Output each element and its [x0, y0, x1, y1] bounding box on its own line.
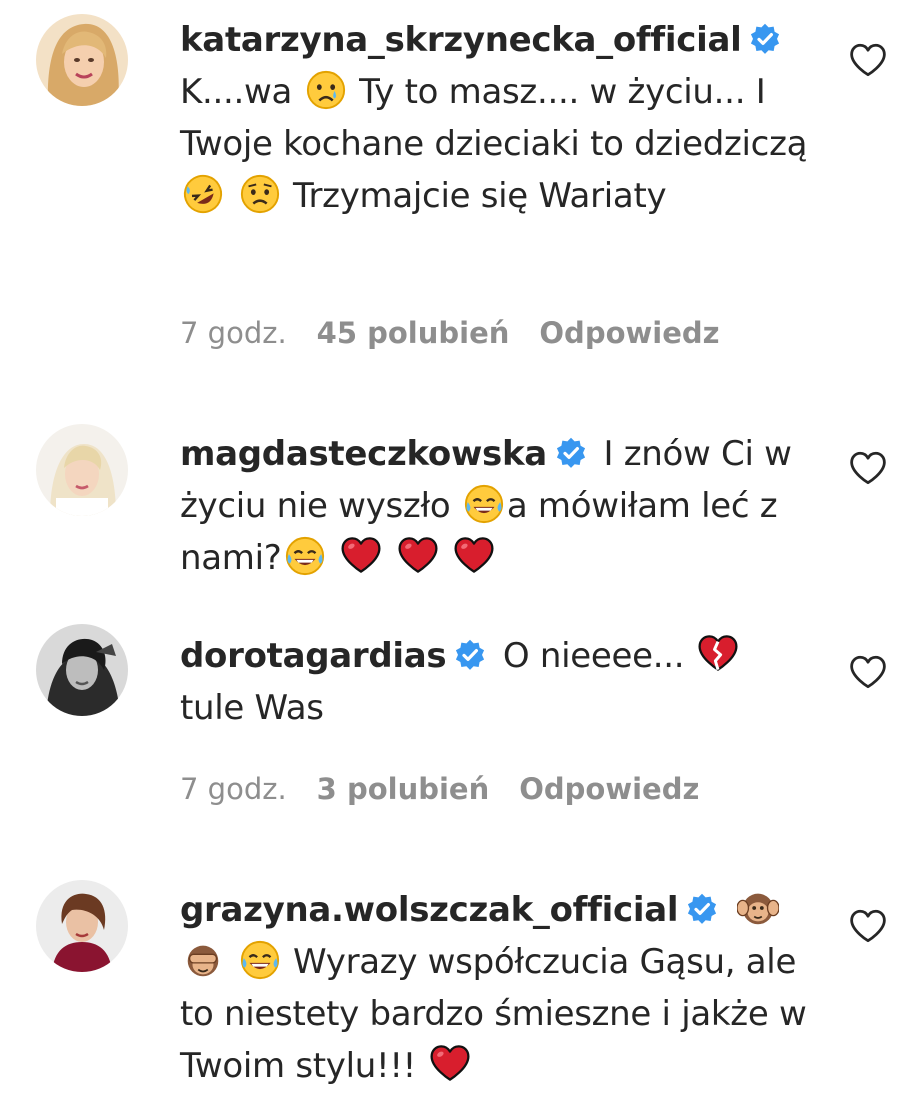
- comment-time: 7 godz.: [180, 772, 287, 806]
- heart-outline-icon[interactable]: [848, 42, 888, 78]
- avatar[interactable]: [36, 424, 128, 516]
- worried-face-emoji: [239, 173, 281, 215]
- comment-body: grazyna.wolszczak_official Wyrazy współc…: [180, 884, 820, 1092]
- tears-of-joy-emoji: [239, 939, 281, 981]
- red-heart-emoji: [397, 535, 439, 577]
- comment-body: dorotagardias O nieeee... tule Was: [180, 630, 820, 734]
- red-heart-emoji: [429, 1043, 471, 1085]
- verified-badge-icon: [686, 893, 718, 925]
- red-heart-emoji: [340, 535, 382, 577]
- comment-username[interactable]: grazyna.wolszczak_official: [180, 890, 679, 930]
- rofl-emoji: [182, 173, 224, 215]
- avatar[interactable]: [36, 14, 128, 106]
- heart-outline-icon[interactable]: [848, 654, 888, 690]
- tears-of-joy-emoji: [284, 535, 326, 577]
- verified-badge-icon: [555, 437, 587, 469]
- comment-meta: 7 godz. 45 polubień Odpowiedz: [180, 316, 750, 350]
- comment-username[interactable]: dorotagardias: [180, 636, 447, 676]
- comment-text: Trzymajcie się Wariaty: [293, 176, 667, 216]
- verified-badge-icon: [454, 639, 486, 671]
- comment-text: O nieeee...: [502, 636, 685, 676]
- comments-list: katarzyna_skrzynecka_official K....wa Ty…: [0, 0, 900, 1117]
- comment-body: katarzyna_skrzynecka_official K....wa Ty…: [180, 14, 820, 222]
- hear-no-evil-monkey-emoji: [736, 887, 779, 929]
- reply-button[interactable]: Odpowiedz: [519, 772, 699, 806]
- likes-count[interactable]: 3 polubień: [317, 772, 490, 806]
- comment-username[interactable]: katarzyna_skrzynecka_official: [180, 20, 742, 60]
- avatar[interactable]: [36, 624, 128, 716]
- heart-outline-icon[interactable]: [848, 908, 888, 944]
- tears-of-joy-emoji: [463, 483, 505, 525]
- broken-heart-emoji: [697, 633, 739, 675]
- heart-outline-icon[interactable]: [848, 450, 888, 486]
- comment-text: tule Was: [180, 688, 324, 728]
- reply-button[interactable]: Odpowiedz: [539, 316, 719, 350]
- comment-time: 7 godz.: [180, 316, 287, 350]
- comment-text: K....wa: [180, 72, 293, 112]
- comment-meta: 7 godz. 3 polubień Odpowiedz: [180, 772, 729, 806]
- likes-count[interactable]: 45 polubień: [317, 316, 510, 350]
- avatar[interactable]: [36, 880, 128, 972]
- crying-face-emoji: [305, 69, 347, 111]
- red-heart-emoji: [453, 535, 495, 577]
- comment-username[interactable]: magdasteczkowska: [180, 434, 547, 474]
- comment-body: magdasteczkowska I znów Ci w życiu nie w…: [180, 428, 820, 584]
- see-no-evil-monkey-emoji: [182, 939, 224, 981]
- verified-badge-icon: [749, 23, 781, 55]
